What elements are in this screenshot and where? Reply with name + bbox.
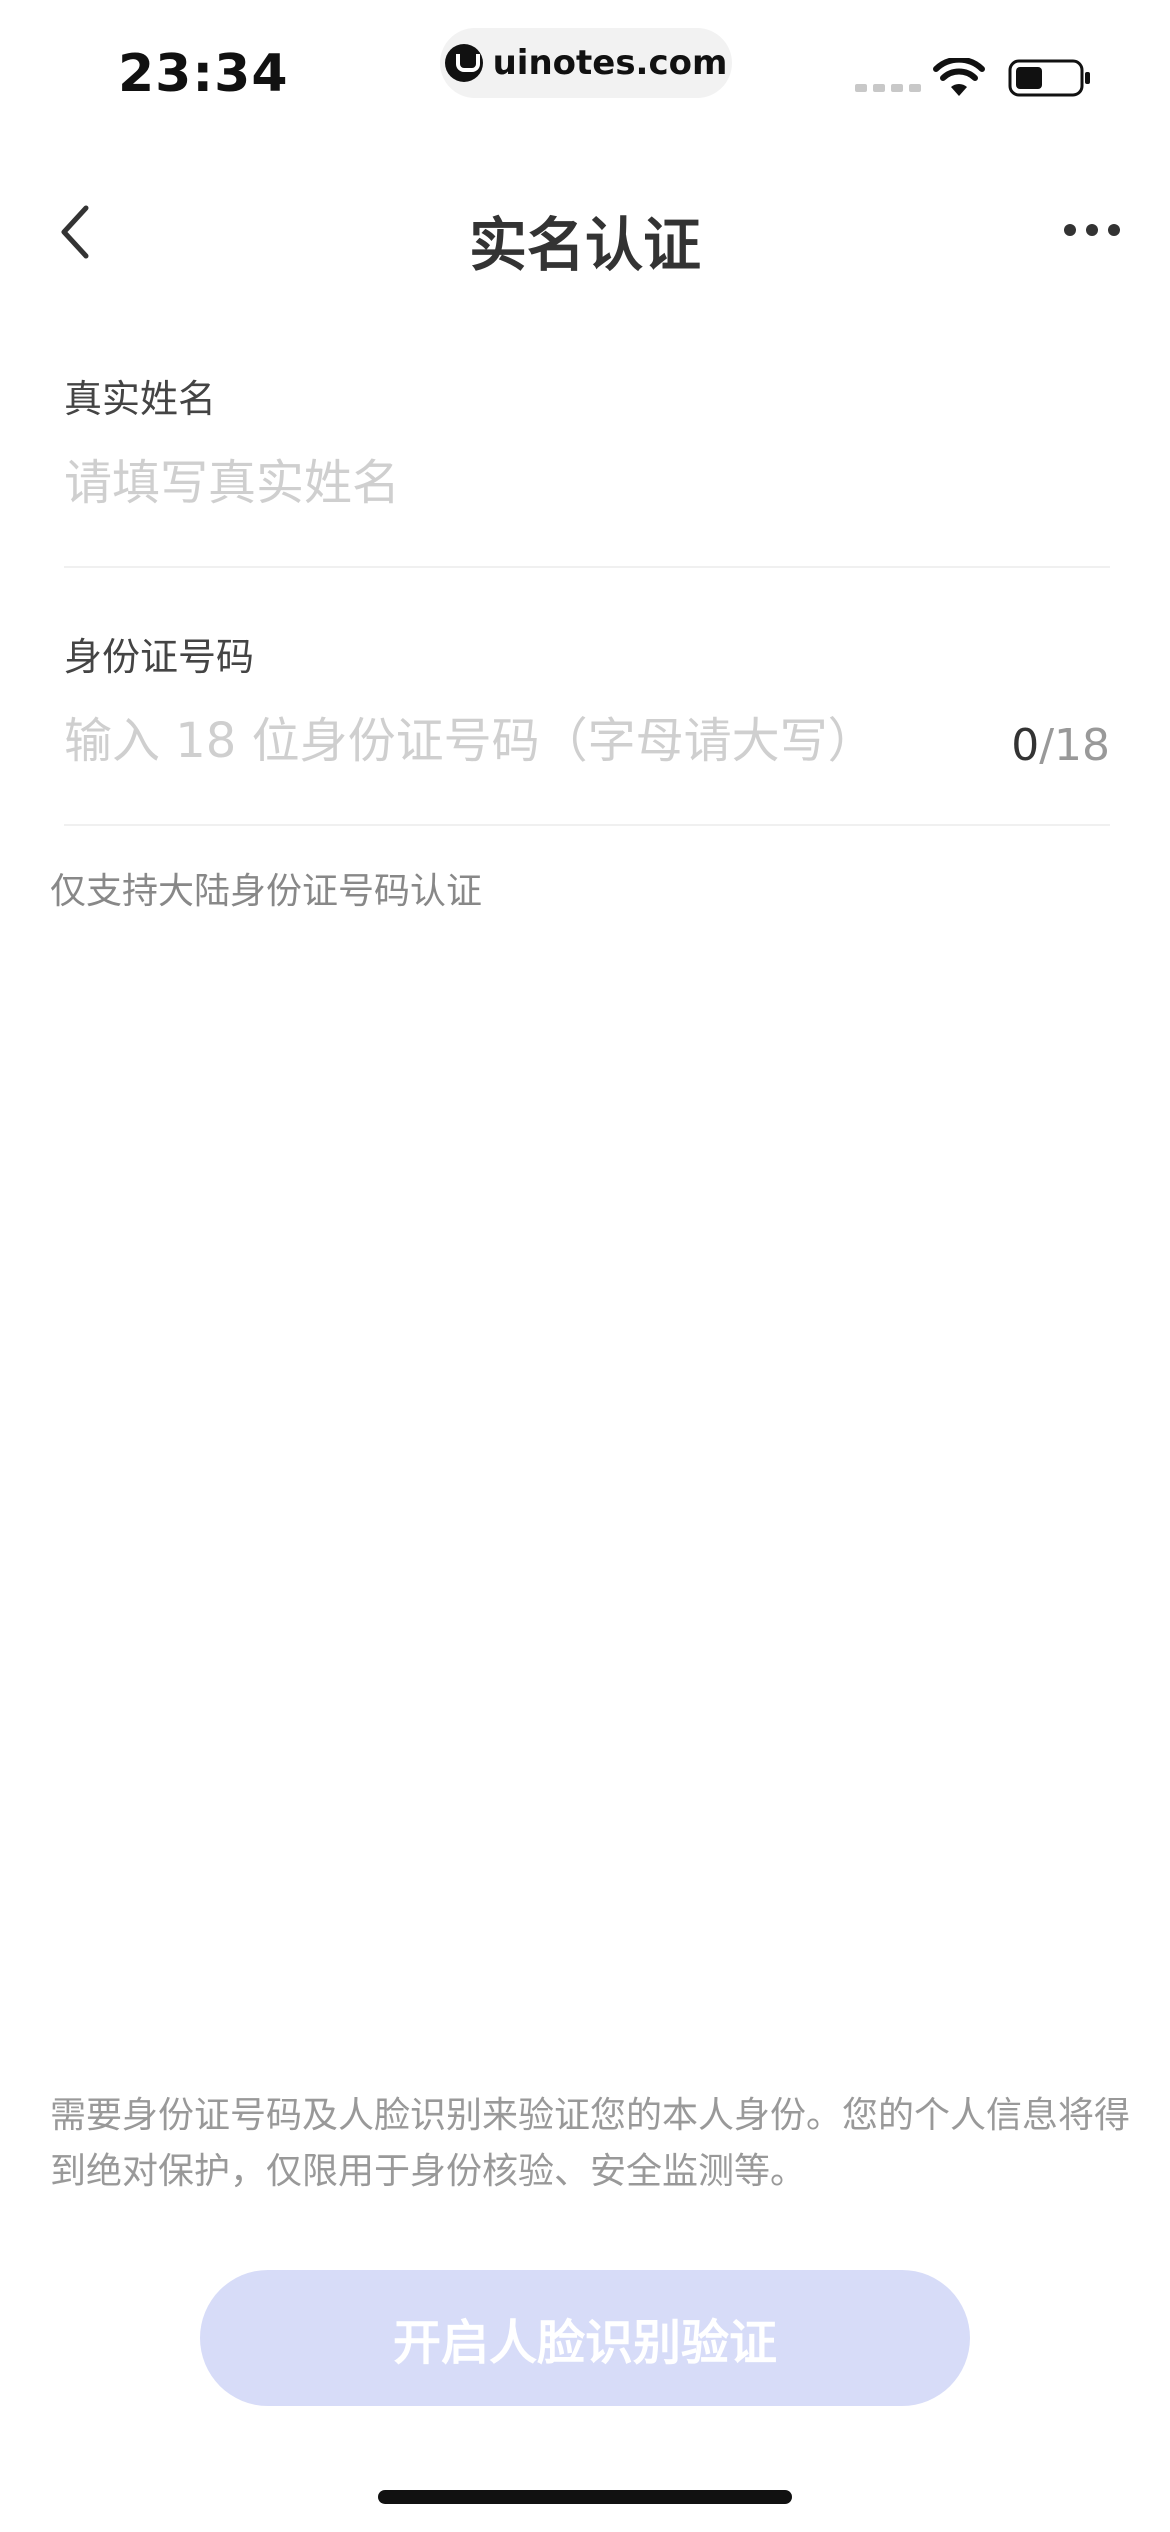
divider — [64, 824, 1110, 826]
site-logo-icon — [444, 44, 483, 82]
wifi-icon — [933, 58, 985, 96]
cellular-signal-icon — [855, 84, 921, 92]
name-input[interactable] — [64, 448, 1110, 518]
id-number-input[interactable] — [64, 706, 984, 776]
nav-bar: 实名认证 — [0, 180, 1170, 290]
name-field-group: 真实姓名 — [64, 368, 1110, 518]
divider — [64, 566, 1110, 568]
page-title: 实名认证 — [468, 211, 701, 279]
start-face-verification-button[interactable]: 开启人脸识别验证 — [200, 2270, 970, 2406]
id-number-label: 身份证号码 — [64, 635, 255, 679]
name-label: 真实姓名 — [64, 377, 217, 421]
url-text: uinotes.com — [492, 43, 728, 83]
more-horizontal-icon[interactable] — [1063, 220, 1121, 240]
counter-max: /18 — [1039, 720, 1110, 771]
status-time: 23:34 — [118, 44, 289, 104]
home-indicator — [378, 2490, 792, 2504]
counter-current: 0 — [1011, 720, 1040, 771]
id-number-char-counter: 0/18 — [1011, 720, 1110, 771]
battery-icon — [1008, 59, 1090, 97]
status-bar: 23:34 uinotes.com — [0, 0, 1170, 140]
id-support-hint: 仅支持大陆身份证号码认证 — [50, 871, 483, 912]
url-pill[interactable]: uinotes.com — [440, 28, 732, 98]
privacy-notice: 需要身份证号码及人脸识别来验证您的本人身份。您的个人信息将得到绝对保护，仅限用于… — [50, 2095, 1131, 2192]
id-number-field-group: 身份证号码 — [64, 626, 1110, 776]
